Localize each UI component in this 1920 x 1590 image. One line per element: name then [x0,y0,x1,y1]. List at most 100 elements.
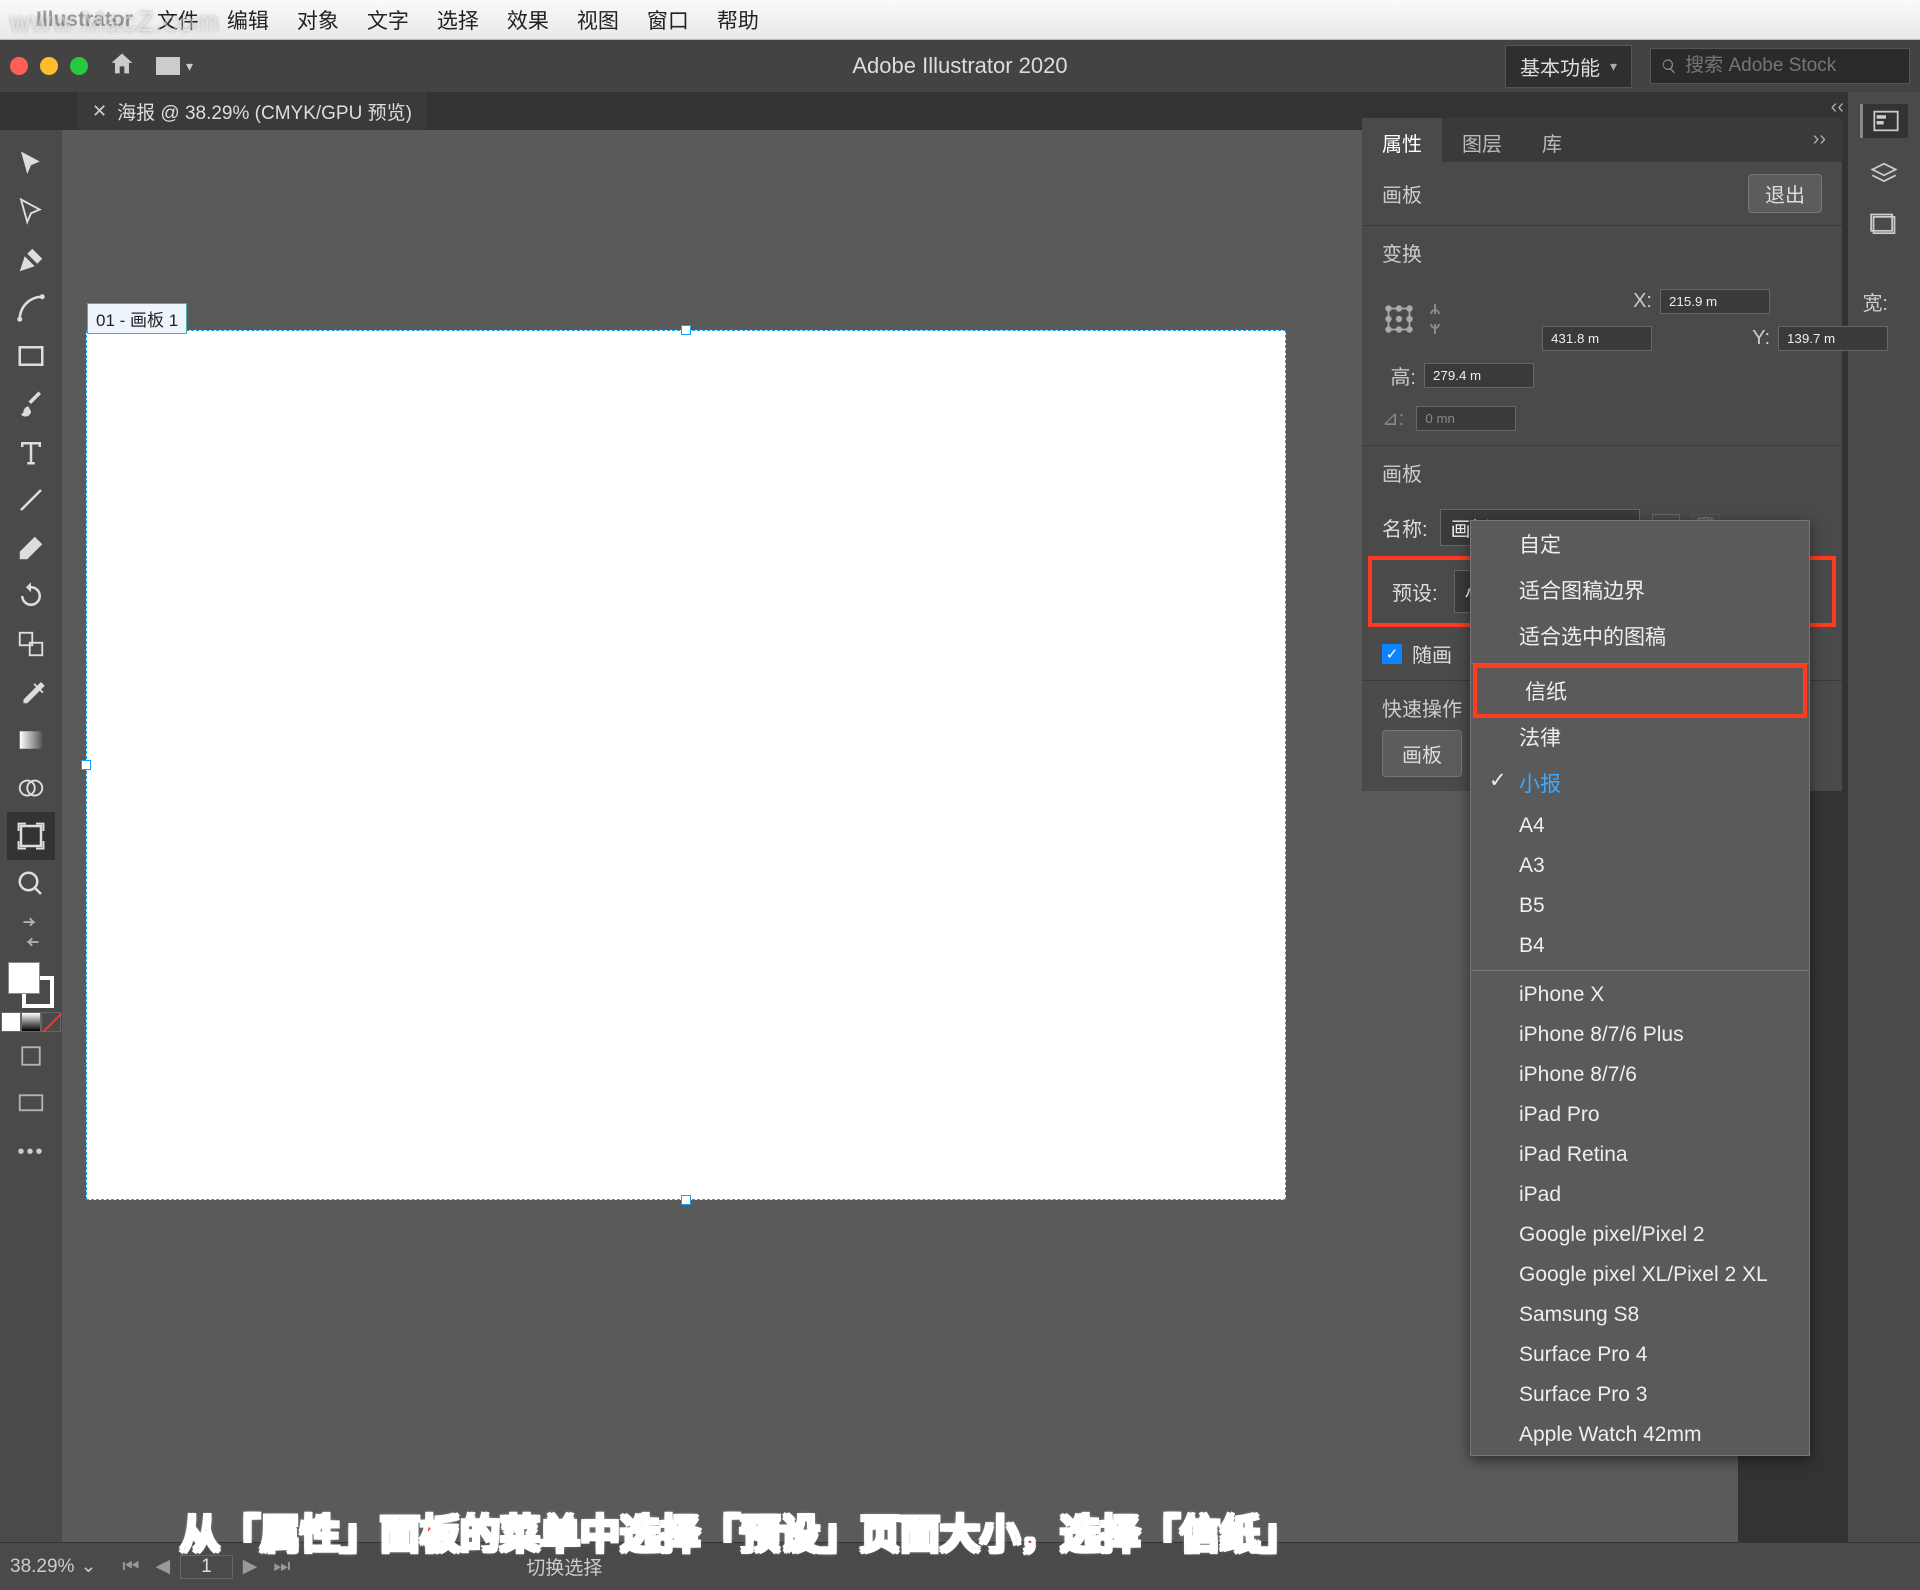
dd-item-ipadretina[interactable]: iPad Retina [1471,1135,1809,1175]
menu-object[interactable]: 对象 [297,5,339,35]
swap-fill-stroke-icon[interactable] [7,908,55,956]
artboard-tool[interactable] [7,812,55,860]
doc-tab-label: 海报 @ 38.29% (CMYK/GPU 预览) [117,98,412,125]
dd-item-surfacepro4[interactable]: Surface Pro 4 [1471,1335,1809,1375]
minimize-window-button[interactable] [40,57,58,75]
dd-item-b5[interactable]: B5 [1471,886,1809,926]
dd-item-custom[interactable]: 自定 [1471,521,1809,567]
menu-type[interactable]: 文字 [367,5,409,35]
panel-expand-icon[interactable]: ‹‹ [1831,96,1844,119]
dock-layers-icon[interactable] [1860,156,1908,190]
dd-item-a4[interactable]: A4 [1471,806,1809,846]
zoom-level[interactable]: 38.29% ⌄ [0,1555,106,1578]
first-artboard-icon[interactable]: ⏮ [116,1556,145,1578]
dd-item-iphone8[interactable]: iPhone 8/7/6 [1471,1055,1809,1095]
fill-stroke-control[interactable] [8,962,54,1008]
document-tab[interactable]: ✕ 海报 @ 38.29% (CMYK/GPU 预览) [78,92,426,130]
maximize-window-button[interactable] [70,57,88,75]
dd-item-tabloid-selected[interactable]: 小报 [1471,760,1809,806]
zoom-tool[interactable] [7,860,55,908]
dd-item-pixel2[interactable]: Google pixel/Pixel 2 [1471,1215,1809,1255]
prev-artboard-icon[interactable]: ◀ [149,1555,176,1578]
menu-edit[interactable]: 编辑 [227,5,269,35]
h-input[interactable] [1424,363,1534,388]
artboard-handle-left[interactable] [81,760,91,770]
direct-selection-tool[interactable] [7,188,55,236]
paintbrush-tool[interactable] [7,380,55,428]
eraser-tool[interactable] [7,524,55,572]
dd-item-fit-selected[interactable]: 适合选中的图稿 [1471,613,1809,659]
scale-tool[interactable] [7,620,55,668]
rotate-input[interactable] [1416,406,1516,431]
color-fill-icon[interactable] [1,1012,21,1032]
search-icon [1661,57,1677,75]
y-input[interactable] [1778,326,1888,351]
pen-tool[interactable] [7,236,55,284]
mac-menubar: Illustrator 文件 编辑 对象 文字 选择 效果 视图 窗口 帮助 [0,0,1920,40]
dd-item-iphonex[interactable]: iPhone X [1471,975,1809,1015]
reference-point-icon[interactable] [1382,305,1416,333]
x-input[interactable] [1660,289,1770,314]
menu-effect[interactable]: 效果 [507,5,549,35]
dd-item-surfacepro3[interactable]: Surface Pro 3 [1471,1375,1809,1415]
type-tool[interactable] [7,428,55,476]
dd-item-b4[interactable]: B4 [1471,926,1809,966]
menu-help[interactable]: 帮助 [717,5,759,35]
artboard-options-button[interactable]: 画板 [1382,730,1462,777]
draw-mode-icon[interactable] [7,1032,55,1080]
section-transform-label: 变换 [1382,244,1422,266]
transform-grid: X: 宽: Y: 高: ⊿: [1362,279,1842,446]
close-tab-icon[interactable]: ✕ [92,101,107,122]
dd-item-legal[interactable]: 法律 [1471,714,1809,760]
dock-libraries-icon[interactable] [1860,208,1908,242]
dock-properties-icon[interactable] [1860,104,1908,138]
dd-item-letter-highlighted[interactable]: 信纸 [1473,664,1807,718]
artboard[interactable]: 01 - 画板 1 [86,330,1286,1200]
rotate-tool[interactable] [7,572,55,620]
menu-file[interactable]: 文件 [157,5,199,35]
panel-collapse-icon[interactable]: ›› [1797,118,1842,162]
line-tool[interactable] [7,476,55,524]
gradient-tool[interactable] [7,716,55,764]
eyedropper-tool[interactable] [7,668,55,716]
shape-builder-tool[interactable] [7,764,55,812]
exit-artboard-button[interactable]: 退出 [1748,174,1822,213]
workspace-switcher[interactable]: 基本功能 ▾ [1505,45,1632,88]
dd-item-applewatch[interactable]: Apple Watch 42mm [1471,1415,1809,1455]
color-mode-row [1,1012,61,1032]
dd-item-a3[interactable]: A3 [1471,846,1809,886]
arrange-documents-button[interactable]: ▾ [156,57,193,75]
tab-properties[interactable]: 属性 [1362,118,1442,162]
tab-libraries[interactable]: 库 [1522,118,1582,162]
dd-item-iphone8plus[interactable]: iPhone 8/7/6 Plus [1471,1015,1809,1055]
search-adobe-stock[interactable] [1650,48,1910,84]
menu-select[interactable]: 选择 [437,5,479,35]
dd-item-samsungs8[interactable]: Samsung S8 [1471,1295,1809,1335]
app-name[interactable]: Illustrator [36,8,133,32]
section-artboard2-label: 画板 [1382,464,1422,486]
curvature-tool[interactable] [7,284,55,332]
gradient-fill-icon[interactable] [21,1012,41,1032]
rectangle-tool[interactable] [7,332,55,380]
tab-layers[interactable]: 图层 [1442,118,1522,162]
dd-item-ipad[interactable]: iPad [1471,1175,1809,1215]
menu-view[interactable]: 视图 [577,5,619,35]
search-input[interactable] [1685,55,1899,77]
dd-item-pixel2xl[interactable]: Google pixel XL/Pixel 2 XL [1471,1255,1809,1295]
link-wh-icon[interactable] [1424,299,1534,339]
artboard-handle-top[interactable] [681,325,691,335]
w-input[interactable] [1542,326,1652,351]
home-icon[interactable] [108,50,136,83]
dd-item-ipadpro[interactable]: iPad Pro [1471,1095,1809,1135]
dd-item-fit-art[interactable]: 适合图稿边界 [1471,567,1809,613]
h-label: 高: [1382,361,1416,390]
w-label: 宽: [1778,287,1888,316]
edit-toolbar-button[interactable]: ••• [7,1128,55,1176]
selection-tool[interactable] [7,140,55,188]
close-window-button[interactable] [10,57,28,75]
none-fill-icon[interactable] [41,1012,61,1032]
menu-window[interactable]: 窗口 [647,5,689,35]
artboard-handle-bottom[interactable] [681,1195,691,1205]
screen-mode-icon[interactable] [7,1080,55,1128]
checkbox-checked-icon[interactable]: ✓ [1382,644,1402,664]
